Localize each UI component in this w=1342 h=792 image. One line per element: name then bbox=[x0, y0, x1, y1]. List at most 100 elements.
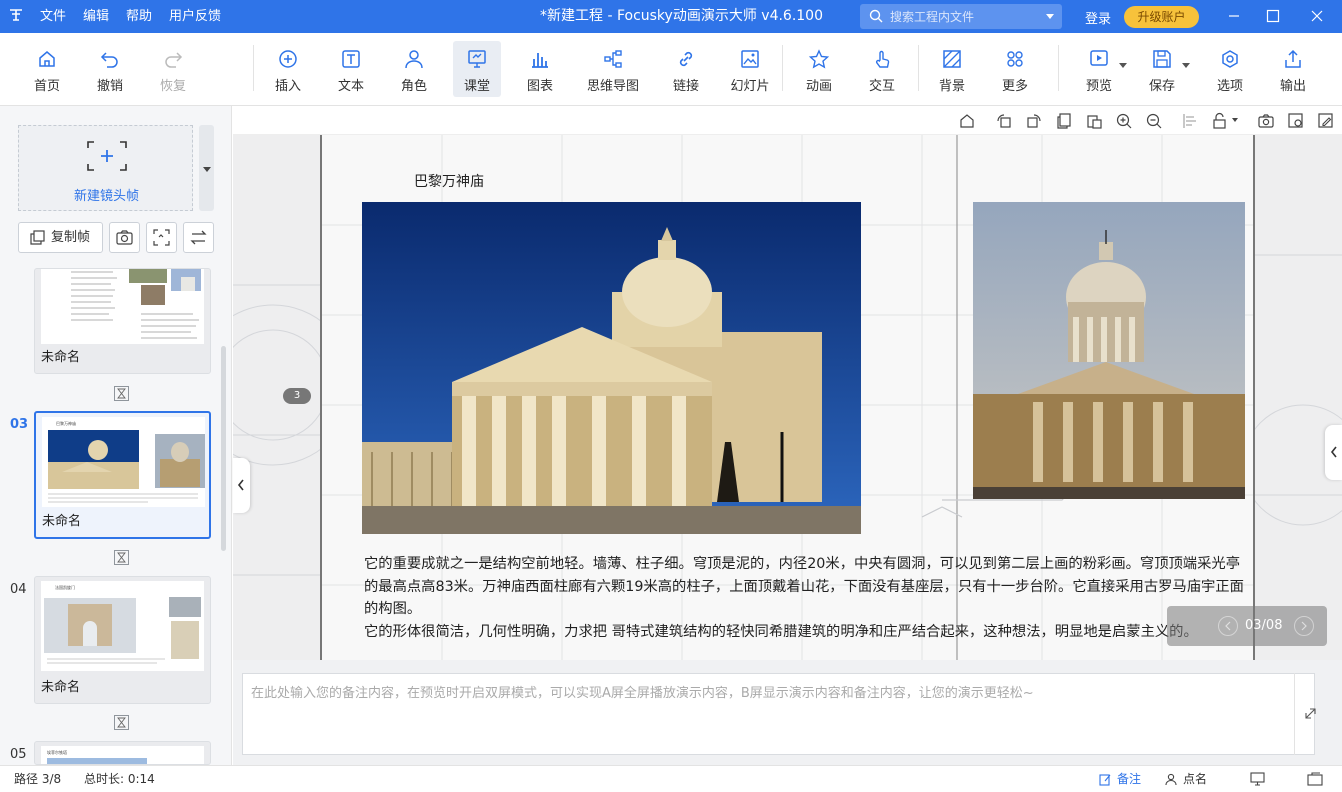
transition-icon[interactable] bbox=[114, 386, 129, 401]
close-button[interactable] bbox=[1294, 0, 1340, 33]
role-button[interactable]: 角色 bbox=[389, 41, 439, 97]
slide-button[interactable]: 幻灯片 bbox=[724, 41, 776, 97]
frame-number: 04 bbox=[10, 582, 27, 597]
rotate-left-icon[interactable] bbox=[995, 112, 1013, 130]
person-icon bbox=[1165, 773, 1177, 786]
slide-body-text[interactable]: 它的重要成就之一是结构空前地轻。墙薄、柱子细。穹顶是泥的，内径20米，中央有圆洞… bbox=[364, 553, 1244, 643]
options-button[interactable]: 选项 bbox=[1205, 41, 1255, 97]
lock-dropdown-icon[interactable] bbox=[1232, 118, 1238, 122]
snapshot-button[interactable] bbox=[109, 222, 140, 253]
zoom-in-icon[interactable] bbox=[1115, 112, 1133, 130]
save-button[interactable]: 保存 bbox=[1137, 41, 1187, 97]
slide-title[interactable]: 巴黎万神庙 bbox=[414, 171, 484, 191]
chevron-left-icon bbox=[1225, 621, 1231, 631]
export-button[interactable]: 输出 bbox=[1268, 41, 1318, 97]
project-search[interactable] bbox=[860, 4, 1062, 29]
insert-plus-icon bbox=[279, 50, 297, 68]
window-title: *新建工程 - Focusky动画演示大师 v4.6.100 bbox=[540, 8, 824, 24]
text-icon bbox=[342, 50, 360, 68]
background-button[interactable]: 背景 bbox=[927, 41, 977, 97]
transition-icon[interactable] bbox=[114, 715, 129, 730]
rotate-right-icon[interactable] bbox=[1025, 112, 1043, 130]
transition-icon[interactable] bbox=[114, 550, 129, 565]
animation-button[interactable]: 动画 bbox=[794, 41, 844, 97]
edit-path-icon[interactable] bbox=[1317, 112, 1335, 130]
menu-help[interactable]: 帮助 bbox=[126, 8, 152, 25]
fit-frame-button[interactable] bbox=[146, 222, 177, 253]
previous-page-button[interactable] bbox=[1218, 616, 1238, 636]
pantheon-photo-main[interactable] bbox=[362, 202, 861, 534]
toolbar-divider bbox=[1058, 45, 1059, 91]
frame-number: 05 bbox=[10, 747, 27, 762]
editor-canvas[interactable]: 巴黎万神庙 它的重要成就之一是结构空前地轻。墙薄、柱子细。穹顶是泥的，内径20米… bbox=[233, 135, 1342, 660]
notes-input[interactable] bbox=[242, 673, 1315, 755]
title-bar: 文件 编辑 帮助 用户反馈 *新建工程 - Focusky动画演示大师 v4.6… bbox=[0, 0, 1342, 33]
align-icon[interactable] bbox=[1181, 112, 1199, 130]
paste-icon[interactable] bbox=[1085, 112, 1103, 130]
login-link[interactable]: 登录 bbox=[1085, 8, 1111, 27]
insert-button[interactable]: 插入 bbox=[263, 41, 313, 97]
camera-icon bbox=[116, 230, 133, 245]
classroom-button[interactable]: 课堂 bbox=[453, 41, 501, 97]
screen-mode-icon[interactable] bbox=[1250, 772, 1265, 786]
search-input[interactable] bbox=[890, 7, 1040, 26]
search-icon bbox=[869, 9, 883, 23]
copy-layer-icon[interactable] bbox=[1055, 112, 1073, 130]
zoom-out-icon[interactable] bbox=[1145, 112, 1163, 130]
path-number-badge[interactable]: 3 bbox=[283, 388, 311, 404]
chevron-left-icon bbox=[237, 479, 244, 491]
undo-button[interactable]: 撤销 bbox=[85, 41, 135, 97]
window-mode-icon[interactable] bbox=[1307, 772, 1323, 786]
new-frame-dropdown[interactable] bbox=[199, 125, 214, 211]
search-dropdown-icon[interactable] bbox=[1046, 14, 1054, 19]
lock-icon[interactable] bbox=[1211, 112, 1229, 130]
frame-card-03[interactable]: 巴黎万神庙 未命名 bbox=[34, 411, 211, 539]
slide-paragraph-1: 它的重要成就之一是结构空前地轻。墙薄、柱子细。穹顶是泥的，内径20米，中央有圆洞… bbox=[364, 556, 1244, 617]
preview-dropdown-icon[interactable] bbox=[1119, 63, 1127, 68]
link-button[interactable]: 链接 bbox=[661, 41, 711, 97]
interaction-button[interactable]: 交互 bbox=[857, 41, 907, 97]
copy-frame-button[interactable]: 复制帧 bbox=[18, 222, 103, 253]
path-status: 路径 3/8 bbox=[14, 772, 62, 786]
menu-feedback[interactable]: 用户反馈 bbox=[169, 8, 221, 25]
rollcall-toggle[interactable]: 点名 bbox=[1165, 766, 1207, 792]
redo-button[interactable]: 恢复 bbox=[148, 41, 198, 97]
chart-button[interactable]: 图表 bbox=[515, 41, 565, 97]
touch-hand-icon bbox=[875, 50, 890, 68]
frame-thumbnail: 巴黎万神庙 bbox=[42, 417, 205, 507]
home-view-icon[interactable] bbox=[958, 112, 976, 130]
swap-frame-button[interactable] bbox=[183, 222, 214, 253]
menu-edit[interactable]: 编辑 bbox=[83, 8, 109, 25]
screenshot-icon[interactable] bbox=[1257, 112, 1275, 130]
preview-button[interactable]: 预览 bbox=[1074, 41, 1124, 97]
bar-chart-icon bbox=[532, 53, 548, 68]
character-icon bbox=[405, 50, 423, 69]
frame-thumbnail: 埃菲尔铁塔 bbox=[41, 746, 204, 764]
settings-view-icon[interactable] bbox=[1287, 112, 1305, 130]
frame-card-05[interactable]: 埃菲尔铁塔 bbox=[34, 741, 211, 765]
frame-card-02[interactable]: 未命名 bbox=[34, 268, 211, 374]
pantheon-photo-side[interactable] bbox=[973, 202, 1245, 499]
collapse-left-panel-button[interactable] bbox=[233, 458, 250, 513]
star-animation-icon bbox=[808, 49, 830, 69]
new-frame-button[interactable]: 新建镜头帧 bbox=[18, 125, 193, 211]
text-button[interactable]: 文本 bbox=[326, 41, 376, 97]
expand-right-panel-button[interactable] bbox=[1325, 425, 1342, 480]
save-dropdown-icon[interactable] bbox=[1182, 63, 1190, 68]
maximize-button[interactable] bbox=[1250, 0, 1296, 33]
more-button[interactable]: 更多 bbox=[990, 41, 1040, 97]
notes-expand-button[interactable] bbox=[1294, 673, 1326, 755]
new-frame-plus-icon bbox=[87, 141, 127, 171]
upgrade-button[interactable]: 升级账户 bbox=[1124, 6, 1199, 28]
frame-panel-scrollbar[interactable] bbox=[221, 346, 226, 551]
frame-thumbnail: 法国凯旋门 bbox=[41, 581, 204, 671]
current-slide-frame[interactable]: 巴黎万神庙 它的重要成就之一是结构空前地轻。墙薄、柱子细。穹顶是泥的，内径20米… bbox=[320, 135, 1255, 660]
next-page-button[interactable] bbox=[1294, 616, 1314, 636]
menu-file[interactable]: 文件 bbox=[40, 8, 66, 25]
mindmap-button[interactable]: 思维导图 bbox=[584, 41, 642, 97]
swap-icon bbox=[190, 230, 207, 245]
notes-toggle[interactable]: 备注 bbox=[1099, 766, 1141, 792]
home-button[interactable]: 首页 bbox=[22, 41, 72, 97]
toolbar-divider bbox=[253, 45, 254, 91]
frame-card-04[interactable]: 法国凯旋门 未命名 bbox=[34, 576, 211, 704]
